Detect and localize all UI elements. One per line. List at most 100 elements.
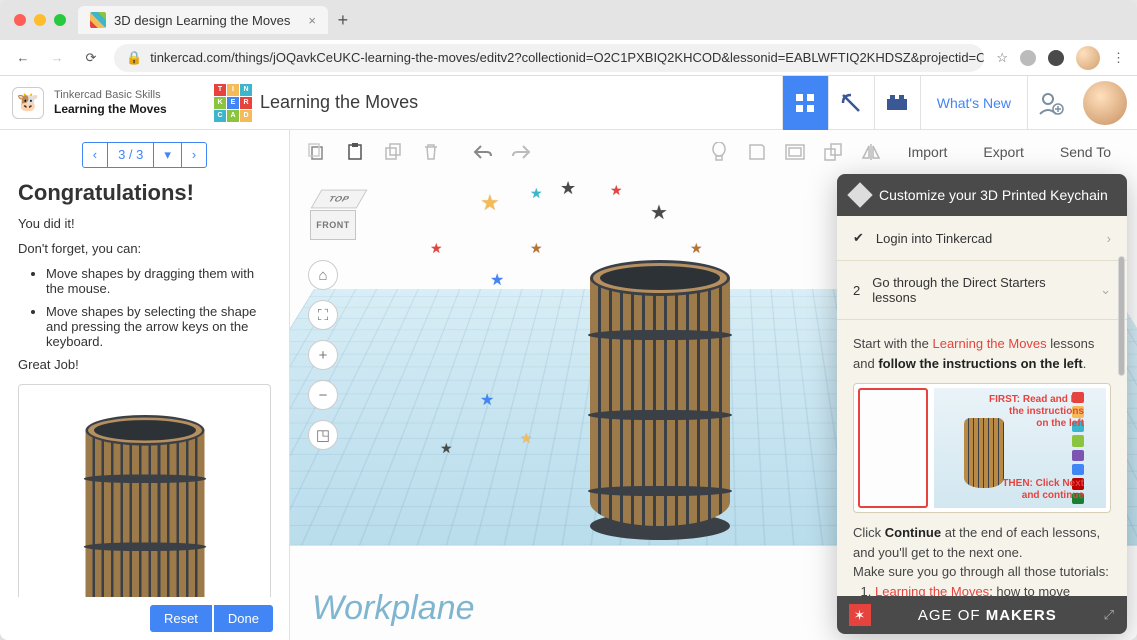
delete-button[interactable] — [414, 135, 448, 169]
tinkercad-logo-icon: TIN KER CAD — [214, 84, 252, 122]
zoom-in-button[interactable]: + — [308, 340, 338, 370]
import-button[interactable]: Import — [892, 135, 964, 169]
lesson-category: Tinkercad Basic Skills — [54, 89, 167, 101]
instruction-bullet: Move shapes by dragging them with the mo… — [46, 266, 271, 296]
url-text: tinkercad.com/things/jOQavkCeUKC-learnin… — [150, 50, 984, 65]
lesson-pager: ‹ 3 / 3 ▾ › — [82, 142, 208, 168]
reset-button[interactable]: Reset — [150, 605, 212, 632]
mode-3d-button[interactable] — [782, 76, 828, 130]
instruction-bullet: Move shapes by selecting the shape and p… — [46, 304, 271, 349]
guide-text: Start with the Learning the Moves lesson… — [853, 334, 1111, 373]
light-button[interactable] — [702, 135, 736, 169]
brick-icon — [886, 95, 908, 111]
guide-panel: Customize your 3D Printed Keychain ✔ Log… — [837, 174, 1127, 634]
bookmark-star-icon[interactable]: ☆ — [996, 50, 1008, 66]
done-button[interactable]: Done — [214, 605, 273, 632]
close-window[interactable] — [14, 14, 26, 26]
browser-window: 3D design Learning the Moves × + ← → ⟳ 🔒… — [0, 0, 1137, 640]
guide-step-1[interactable]: ✔ Login into Tinkercad › — [837, 216, 1127, 261]
canvas-toolbar: Import Export Send To — [290, 130, 1137, 174]
pickaxe-icon — [839, 91, 863, 115]
scrollbar[interactable] — [1115, 238, 1127, 634]
send-to-button[interactable]: Send To — [1044, 135, 1127, 169]
mode-bricks-button[interactable] — [874, 76, 920, 130]
tinkercad-header: 🐮 Tinkercad Basic Skills Learning the Mo… — [0, 76, 1137, 130]
guide-link[interactable]: Learning the Moves — [875, 584, 989, 597]
paste-button[interactable] — [338, 135, 372, 169]
check-icon: ✔ — [853, 230, 864, 246]
pager-prev[interactable]: ‹ — [83, 143, 108, 167]
export-button[interactable]: Export — [967, 135, 1039, 169]
address-bar: ← → ⟳ 🔒 tinkercad.com/things/jOQavkCeUKC… — [0, 40, 1137, 76]
guide-step-2[interactable]: 2 Go through the Direct Starters lessons… — [837, 261, 1127, 320]
chevron-right-icon: › — [1107, 231, 1111, 246]
mode-blocks-button[interactable] — [828, 76, 874, 130]
whats-new-link[interactable]: What's New — [920, 76, 1027, 130]
browser-tab[interactable]: 3D design Learning the Moves × — [78, 6, 328, 34]
new-tab-button[interactable]: + — [328, 10, 358, 31]
document-title[interactable]: Learning the Moves — [260, 92, 418, 113]
guide-step-label: Login into Tinkercad — [876, 231, 992, 246]
guide-footer: AGE OF MAKERS ⤢ — [837, 596, 1127, 634]
ortho-toggle-button[interactable]: ◳ — [308, 420, 338, 450]
zoom-out-button[interactable]: − — [308, 380, 338, 410]
instruction-heading: Congratulations! — [18, 180, 271, 206]
annotation-text: THEN: Click Next and continue — [1002, 478, 1084, 502]
instruction-text: Great Job! — [18, 357, 271, 372]
add-collaborator-button[interactable] — [1027, 76, 1073, 130]
minimize-window[interactable] — [34, 14, 46, 26]
undo-button[interactable] — [466, 135, 500, 169]
show-all-button[interactable] — [778, 135, 812, 169]
extension-icon[interactable] — [1020, 50, 1036, 66]
instruction-text: You did it! — [18, 216, 271, 231]
guide-step-label: Go through the Direct Starters lessons — [872, 275, 1088, 305]
duplicate-button[interactable] — [376, 135, 410, 169]
cube-icon — [847, 182, 872, 207]
zoom-window[interactable] — [54, 14, 66, 26]
group-button[interactable] — [816, 135, 850, 169]
guide-link[interactable]: Learning the Moves — [932, 336, 1046, 351]
instruction-text: Don't forget, you can: — [18, 241, 271, 256]
lock-icon: 🔒 — [126, 50, 142, 66]
instruction-thumbnail — [18, 384, 271, 597]
pager-label: 3 / 3 — [108, 143, 154, 167]
view-tools: ⌂ ⛶ + − ◳ — [308, 260, 338, 450]
lesson-info: 🐮 Tinkercad Basic Skills Learning the Mo… — [0, 87, 200, 119]
guide-text: Click Continue at the end of each lesson… — [853, 523, 1111, 562]
profile-avatar[interactable] — [1076, 46, 1100, 70]
instruction-panel: ‹ 3 / 3 ▾ › Congratulations! You did it!… — [0, 130, 290, 640]
fit-view-button[interactable]: ⛶ — [308, 300, 338, 330]
nav-back-button[interactable]: ← — [12, 47, 34, 69]
nav-reload-button[interactable]: ⟳ — [80, 47, 102, 69]
pager-next[interactable]: › — [182, 143, 206, 167]
mirror-button[interactable] — [854, 135, 888, 169]
3d-canvas: Import Export Send To Workplane ★ ★ ★ ★ … — [290, 130, 1137, 640]
favicon-icon — [90, 12, 106, 28]
home-view-button[interactable]: ⌂ — [308, 260, 338, 290]
tab-close-icon[interactable]: × — [308, 13, 316, 28]
makers-logo-icon — [849, 604, 871, 626]
traffic-lights — [14, 14, 66, 26]
tinkercad-logo-block: TIN KER CAD Learning the Moves — [200, 84, 432, 122]
viewcube[interactable]: TOP FRONT — [306, 188, 366, 248]
guide-text: Make sure you go through all those tutor… — [853, 562, 1111, 582]
grid-icon — [795, 93, 815, 113]
url-field[interactable]: 🔒 tinkercad.com/things/jOQavkCeUKC-learn… — [114, 44, 984, 72]
nav-forward-button[interactable]: → — [46, 47, 68, 69]
extension-icon-2[interactable] — [1048, 50, 1064, 66]
kebab-menu-icon[interactable]: ⋮ — [1112, 50, 1125, 66]
3d-object-barrel[interactable] — [590, 260, 730, 540]
guide-screenshot: FIRST: Read and Do the instructions on t… — [853, 383, 1111, 513]
lesson-title: Learning the Moves — [54, 102, 167, 116]
user-avatar[interactable] — [1083, 81, 1127, 125]
lesson-icon: 🐮 — [12, 87, 44, 119]
expand-icon[interactable]: ⤢ — [1104, 607, 1115, 623]
copy-button[interactable] — [300, 135, 334, 169]
guide-body: Start with the Learning the Moves lesson… — [837, 320, 1127, 596]
pager-dropdown[interactable]: ▾ — [154, 143, 182, 167]
redo-button[interactable] — [504, 135, 538, 169]
annotation-text: FIRST: Read and Do the instructions on t… — [989, 394, 1084, 430]
notes-button[interactable] — [740, 135, 774, 169]
step-number: 2 — [853, 283, 860, 298]
workplane-label: Workplane — [312, 589, 475, 628]
